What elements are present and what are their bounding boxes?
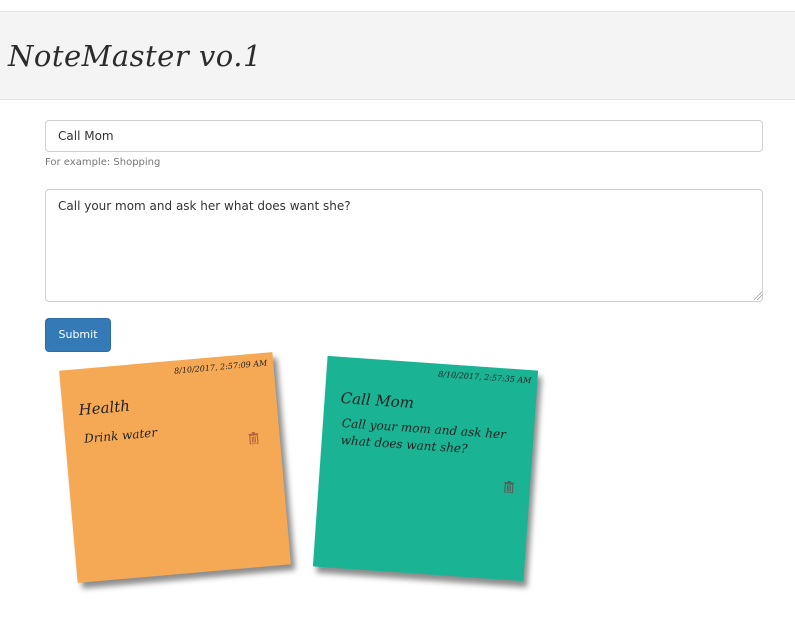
textarea-resize-handle[interactable] — [754, 292, 762, 300]
note-title-input[interactable] — [45, 120, 763, 152]
top-border — [0, 0, 795, 12]
title-help-text: For example: Shopping — [45, 157, 161, 168]
note-timestamp: 8/10/2017, 2:57:09 AM — [173, 358, 268, 376]
note-body: Drink water — [83, 425, 158, 446]
note-timestamp: 8/10/2017, 2:57:35 AM — [437, 369, 532, 386]
app-header: NoteMaster vo.1 — [0, 12, 795, 100]
submit-button[interactable]: Submit — [45, 318, 111, 352]
trash-icon[interactable] — [248, 431, 259, 445]
trash-icon[interactable] — [504, 480, 515, 494]
note-body-input[interactable]: Call your mom and ask her what does want… — [45, 189, 763, 302]
note-card-call-mom: 8/10/2017, 2:57:35 AM Call Mom Call your… — [312, 355, 539, 582]
note-title: Health — [77, 396, 131, 420]
note-body: Call your mom and ask her what does want… — [340, 416, 507, 456]
note-title: Call Mom — [340, 388, 415, 413]
app-title: NoteMaster vo.1 — [8, 39, 262, 73]
note-card-health: 8/10/2017, 2:57:09 AM Health Drink water — [59, 352, 291, 583]
